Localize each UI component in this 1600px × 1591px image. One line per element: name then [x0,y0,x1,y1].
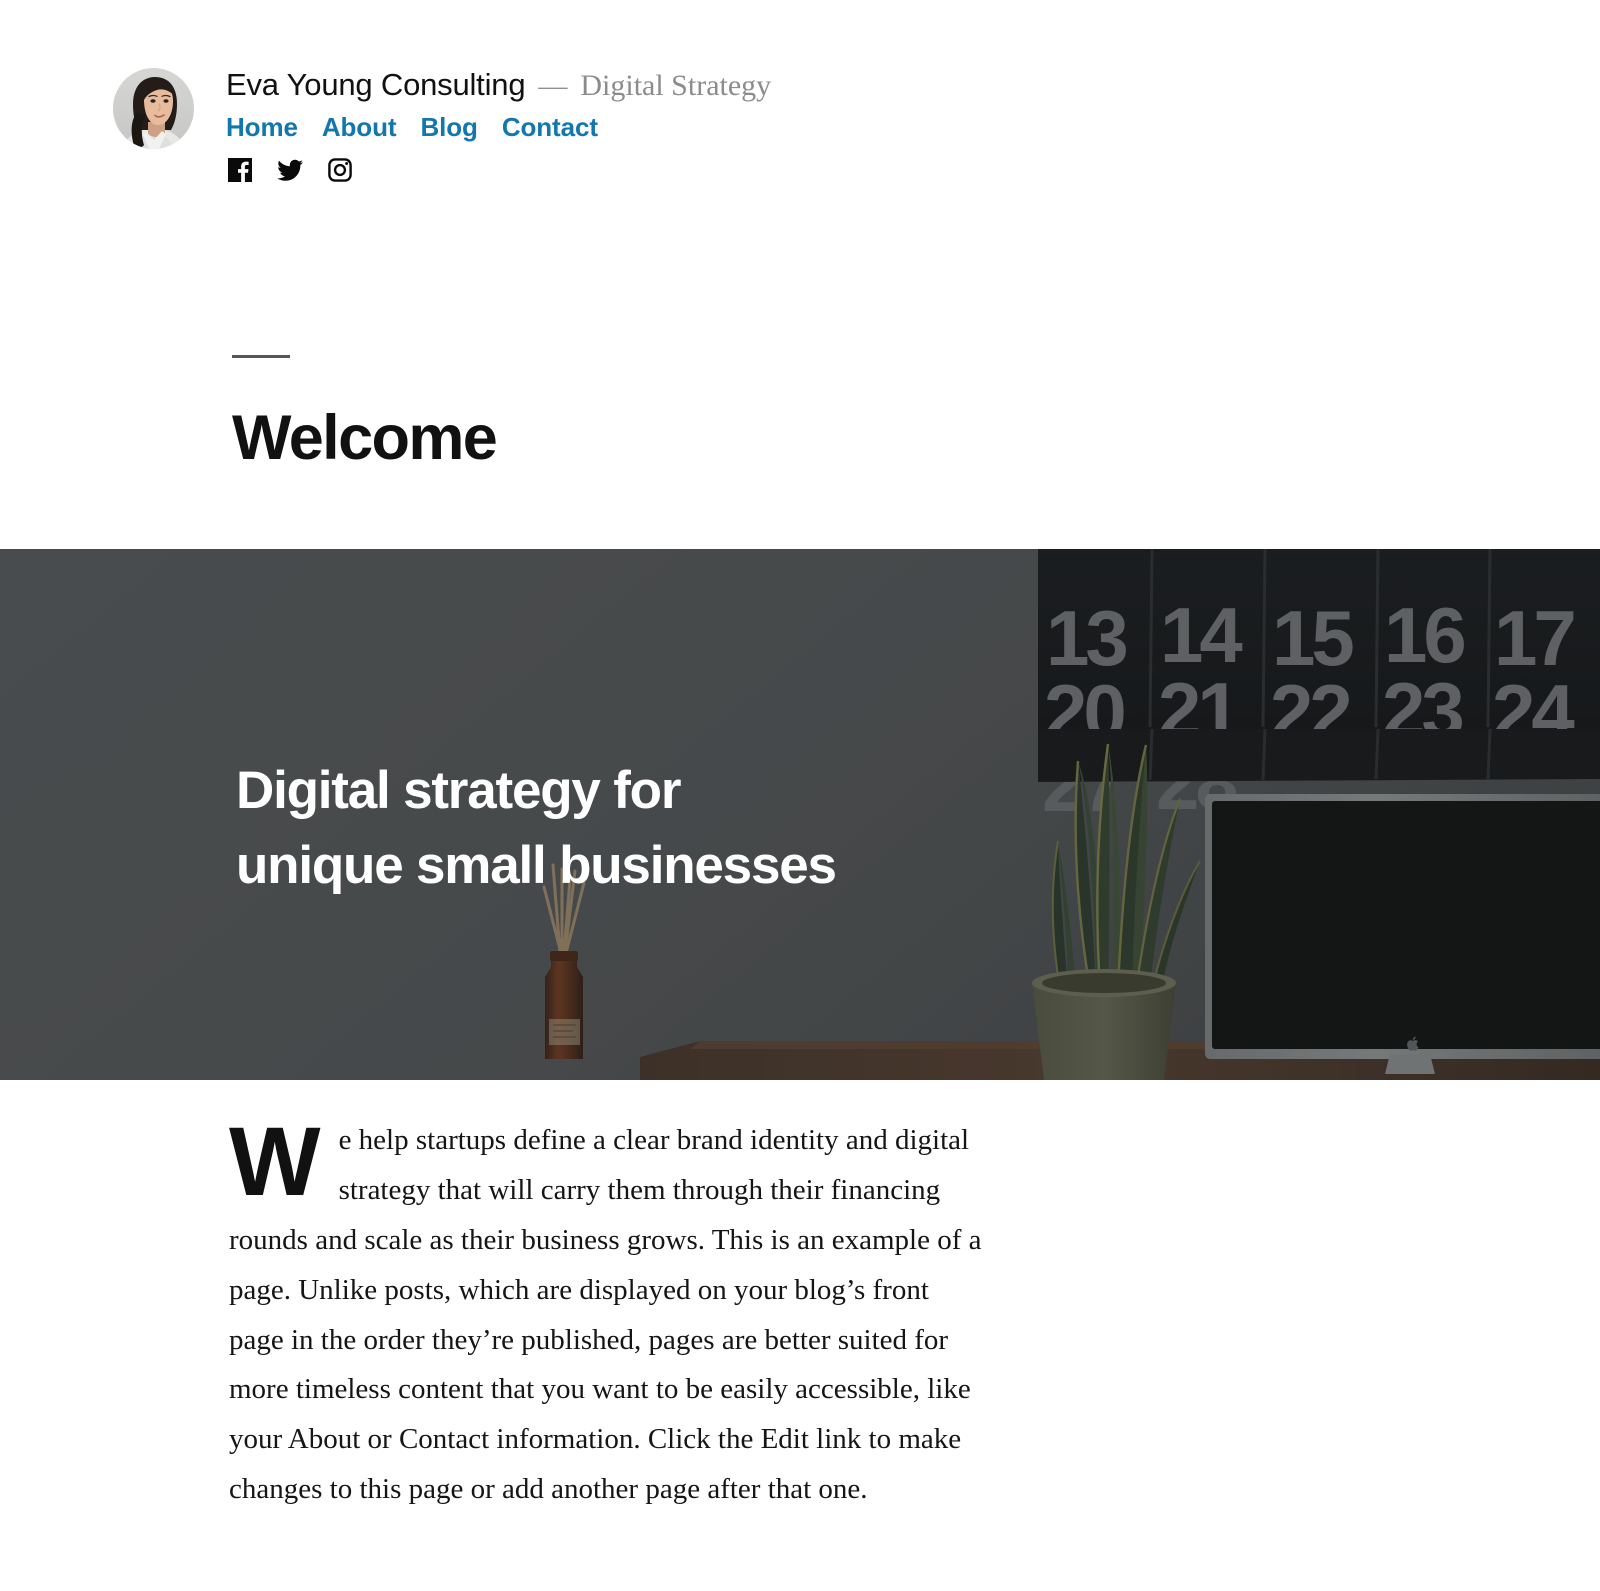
header-inner: Eva Young Consulting — Digital Strategy Ho… [0,63,1600,184]
site-title-row: Eva Young Consulting — Digital Strategy [226,69,771,101]
page-title: Welcome [232,403,498,473]
nav-item-home[interactable]: Home [226,114,298,140]
site-tagline: Digital Strategy [580,69,772,102]
header-text: Eva Young Consulting — Digital Strategy Ho… [226,63,771,184]
hero-banner: 13 14 15 16 17 20 21 22 23 24 27 28 Digi… [0,549,1600,1080]
page-title-block: Welcome [232,355,498,473]
page-content: We help startups define a clear brand id… [229,1107,989,1515]
main-navigation: Home About Blog Contact [226,114,771,140]
title-separator: — [538,70,568,102]
title-divider [232,355,290,358]
nav-item-contact[interactable]: Contact [502,114,598,140]
intro-paragraph: We help startups define a clear brand id… [229,1107,989,1515]
hero-headline-line-2: unique small businesses [236,836,837,896]
hero-headline-line-1: Digital strategy for [236,761,681,820]
drop-cap: W [229,1107,321,1216]
facebook-icon[interactable] [226,156,254,184]
hero-caption: Digital strategy for unique small busine… [236,753,837,904]
avatar[interactable] [113,68,194,149]
site-header: Eva Young Consulting — Digital Strategy Ho… [0,0,1600,184]
nav-item-blog[interactable]: Blog [420,114,477,140]
intro-paragraph-text: e help startups define a clear brand ide… [229,1124,982,1506]
twitter-icon[interactable] [276,156,304,184]
instagram-icon[interactable] [326,156,354,184]
nav-item-about[interactable]: About [322,114,397,140]
social-links [226,156,771,184]
site-title[interactable]: Eva Young Consulting [226,67,526,102]
